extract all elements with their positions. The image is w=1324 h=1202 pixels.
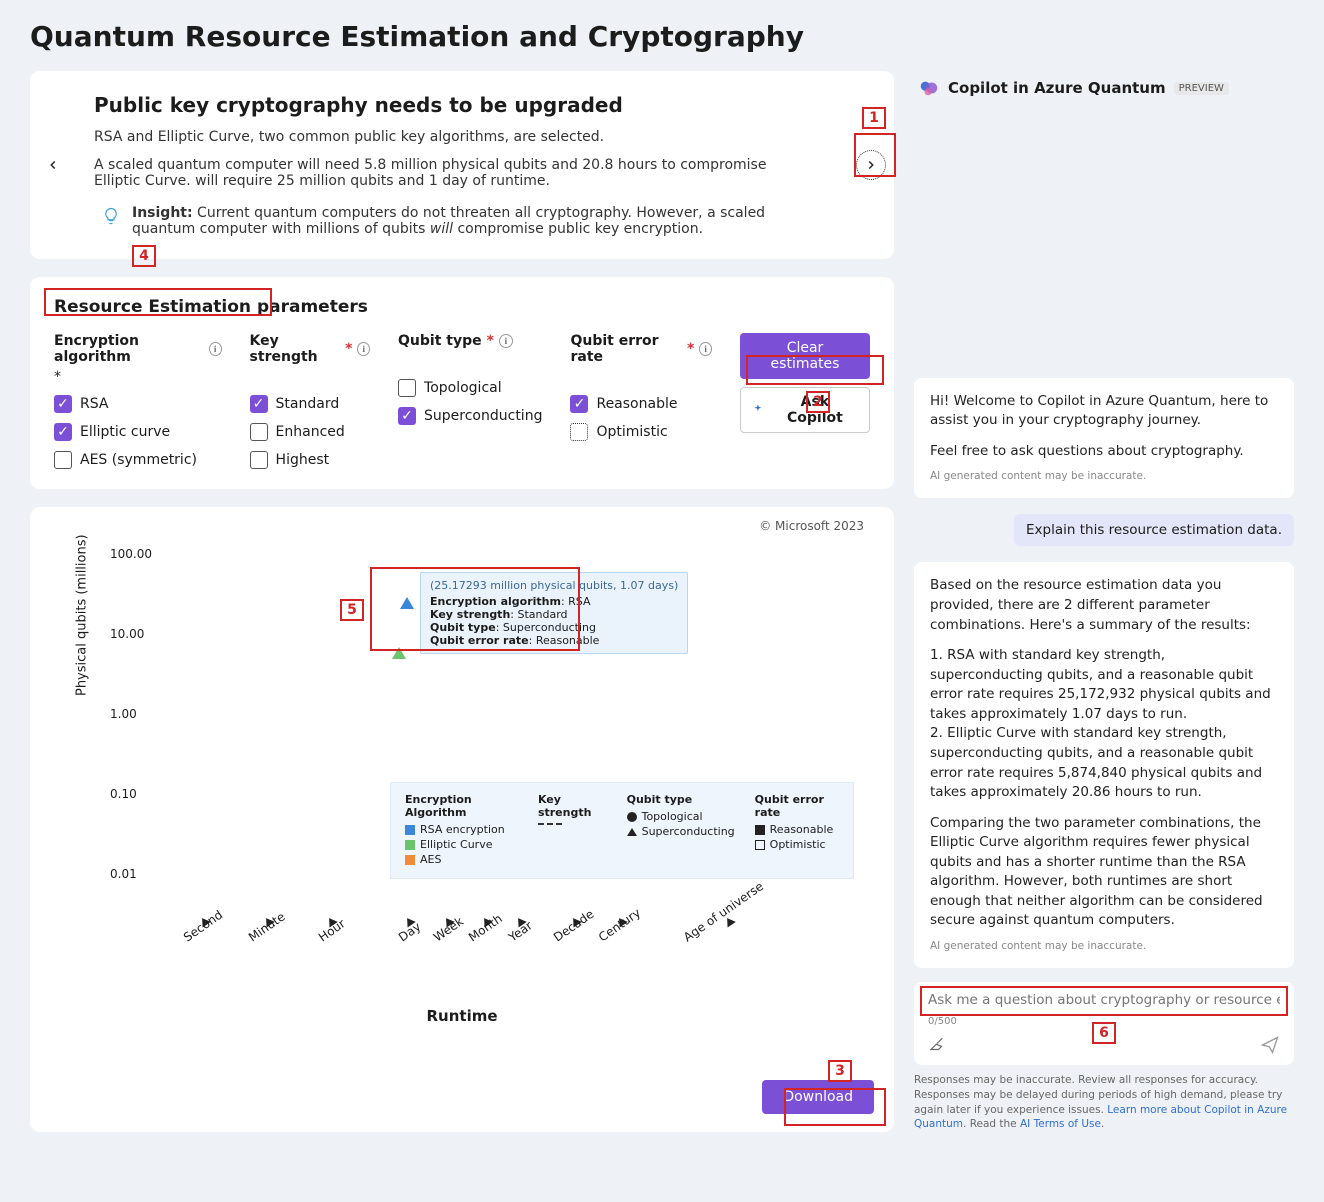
copilot-panel: Copilot in Azure Quantum PREVIEW Hi! Wel… [914,71,1294,1132]
chk-ec[interactable]: ✓ [54,423,72,441]
info-icon[interactable]: i [499,334,513,348]
params-title: Resource Estimation parameters [54,297,870,317]
data-point-rsa[interactable] [400,597,414,609]
assistant-message: Hi! Welcome to Copilot in Azure Quantum,… [914,378,1294,499]
params-card: Resource Estimation parameters Encryptio… [30,277,894,489]
chk-rsa[interactable]: ✓ [54,395,72,413]
hero-line2: A scaled quantum computer will need 5.8 … [94,157,830,189]
lightbulb-icon [102,207,120,225]
data-point-ec[interactable] [392,647,406,659]
param-col-key: Key strength*i ✓Standard Enhanced Highes… [250,333,370,469]
download-button[interactable]: Download [762,1080,874,1114]
copilot-logo-icon [918,77,940,99]
chk-enh[interactable] [250,423,268,441]
chk-aes[interactable] [54,451,72,469]
user-message: Explain this resource estimation data. [1014,514,1294,546]
send-icon[interactable] [1260,1035,1280,1055]
clear-button[interactable]: Clear estimates [740,333,870,379]
insight-label: Insight: [132,205,193,221]
copilot-title: Copilot in Azure Quantum [948,79,1166,97]
chart-card: © Microsoft 2023 Physical qubits (millio… [30,507,894,1132]
insight-italic: will [430,221,453,237]
param-col-qubit: Qubit type*i Topological ✓Superconductin… [398,333,542,469]
preview-badge: PREVIEW [1174,82,1229,95]
chat-input[interactable] [928,992,1280,1008]
chk-reasonable[interactable]: ✓ [570,395,588,413]
y-axis-label: Physical qubits (millions) [75,534,90,696]
param-col-alg: Encryption algorithmi * ✓RSA ✓Elliptic c… [54,333,222,469]
clear-chat-icon[interactable] [928,1036,946,1054]
x-axis-label: Runtime [50,1007,874,1025]
insight-row: Insight: Current quantum computers do no… [94,205,830,237]
hero-heading: Public key cryptography needs to be upgr… [94,93,830,117]
ask-copilot-button[interactable]: Ask Copilot [740,387,870,433]
assistant-message: Based on the resource estimation data yo… [914,562,1294,968]
page-title: Quantum Resource Estimation and Cryptogr… [30,20,1294,53]
chart-legend: Encryption Algorithm RSA encryption Elli… [390,782,854,879]
hero-card: Public key cryptography needs to be upgr… [30,71,894,259]
sparkle-icon [751,403,765,417]
info-icon[interactable]: i [209,342,222,356]
info-icon[interactable]: i [357,342,370,356]
chk-opt[interactable] [570,423,588,441]
chat-input-box: 0/500 6 [914,982,1294,1065]
insight-post: compromise public key encryption. [453,221,703,237]
param-col-err: Qubit error rate*i ✓Reasonable Optimisti… [570,333,712,469]
chat-footer: Responses may be inaccurate. Review all … [914,1073,1294,1132]
chk-super[interactable]: ✓ [398,407,416,425]
chk-std[interactable]: ✓ [250,395,268,413]
chk-high[interactable] [250,451,268,469]
chart-tooltip: (25.17293 million physical qubits, 1.07 … [420,572,688,654]
terms-link[interactable]: AI Terms of Use [1020,1118,1101,1130]
chevron-left-icon [46,158,60,172]
info-icon[interactable]: i [699,342,712,356]
prev-arrow[interactable] [38,150,68,180]
chevron-right-icon [864,158,878,172]
chart-plot-area[interactable]: Physical qubits (millions) 100.00 10.00 … [90,527,874,947]
next-arrow[interactable] [856,150,886,180]
chk-topo[interactable] [398,379,416,397]
hero-line1: RSA and Elliptic Curve, two common publi… [94,129,830,145]
